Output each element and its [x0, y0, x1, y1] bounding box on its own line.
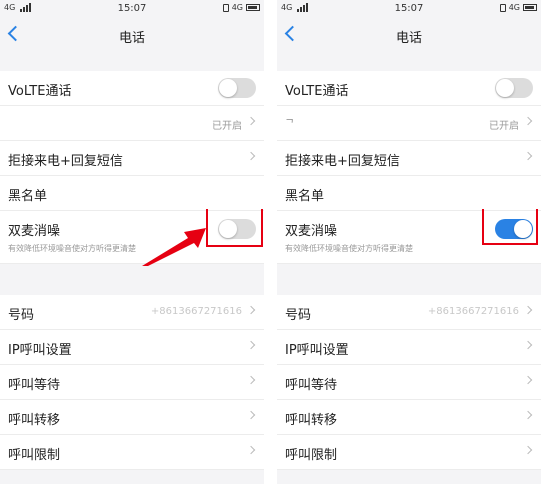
- phone-screen-before: 4G 15:07 4G 电话 VoLTE通话 已开启 拒接来电+回复短信 黑名单…: [0, 0, 264, 484]
- vibrate-icon: [222, 3, 229, 12]
- toggle-knob: [496, 79, 514, 97]
- battery-icon: [523, 4, 537, 11]
- setting-row-volte[interactable]: VoLTE通话: [277, 71, 541, 106]
- setting-label: 拒接来电+回复短信: [8, 154, 123, 169]
- setting-label: 双麦消噪: [8, 224, 61, 239]
- chevron-right-icon: [523, 375, 533, 385]
- nav-bar: 电话: [277, 18, 541, 54]
- chevron-right-icon: [246, 116, 256, 126]
- toggle-knob: [219, 79, 237, 97]
- phone-number-value: +8613667271616: [427, 306, 519, 317]
- setting-value: 已开启: [212, 121, 242, 132]
- volte-toggle[interactable]: [495, 78, 533, 98]
- setting-label-partial: ᄀ: [285, 119, 295, 130]
- setting-label: 号码: [8, 308, 35, 323]
- page-title: 电话: [118, 31, 145, 46]
- chevron-right-icon: [523, 305, 533, 315]
- network-right-label: 4G: [231, 3, 243, 12]
- status-right-icons: 4G: [222, 3, 260, 12]
- setting-row-hidden[interactable]: 已开启: [0, 106, 264, 141]
- setting-row-ip-call[interactable]: IP呼叫设置: [277, 330, 541, 365]
- setting-row-call-waiting[interactable]: 呼叫等待: [277, 365, 541, 400]
- setting-row-reject-sms[interactable]: 拒接来电+回复短信: [0, 141, 264, 176]
- setting-label: IP呼叫设置: [285, 343, 349, 358]
- setting-description: 有效降低环境噪音使对方听得更清楚: [285, 244, 413, 253]
- chevron-right-icon: [523, 410, 533, 420]
- chevron-right-icon: [523, 340, 533, 350]
- phone-screen-after: 4G 15:07 4G 电话 VoLTE通话 ᄀ 已开启 拒接来电+回复短信 黑…: [277, 0, 541, 484]
- setting-row-call-forwarding[interactable]: 呼叫转移: [0, 400, 264, 435]
- chevron-right-icon: [246, 375, 256, 385]
- chevron-right-icon: [246, 340, 256, 350]
- setting-value: 已开启: [489, 121, 519, 132]
- status-bar: 4G 15:07 4G: [277, 0, 541, 18]
- setting-row-number[interactable]: 号码 +8613667271616: [277, 295, 541, 330]
- toggle-highlight-box: [206, 209, 263, 247]
- chevron-right-icon: [246, 445, 256, 455]
- setting-row-reject-sms[interactable]: 拒接来电+回复短信: [277, 141, 541, 176]
- setting-label: IP呼叫设置: [8, 343, 72, 358]
- setting-row-volte[interactable]: VoLTE通话: [0, 71, 264, 106]
- chevron-right-icon: [523, 116, 533, 126]
- chevron-right-icon: [246, 410, 256, 420]
- setting-row-call-barring[interactable]: 呼叫限制: [0, 435, 264, 470]
- chevron-right-icon: [523, 445, 533, 455]
- setting-row-call-waiting[interactable]: 呼叫等待: [0, 365, 264, 400]
- nav-bar: 电话: [0, 18, 264, 54]
- battery-icon: [246, 4, 260, 11]
- setting-row-blacklist[interactable]: 黑名单: [277, 176, 541, 211]
- vibrate-icon: [499, 3, 506, 12]
- status-bar: 4G 15:07 4G: [0, 0, 264, 18]
- setting-row-call-forwarding[interactable]: 呼叫转移: [277, 400, 541, 435]
- setting-label: 双麦消噪: [285, 224, 338, 239]
- toggle-highlight-box: [482, 209, 538, 245]
- setting-label: 黑名单: [285, 189, 325, 204]
- page-title: 电话: [395, 31, 422, 46]
- setting-label: 呼叫转移: [8, 413, 61, 428]
- setting-label: 呼叫转移: [285, 413, 338, 428]
- chevron-right-icon: [523, 151, 533, 161]
- setting-label: 拒接来电+回复短信: [285, 154, 400, 169]
- setting-row-hidden[interactable]: ᄀ 已开启: [277, 106, 541, 141]
- setting-label: 呼叫限制: [8, 448, 61, 463]
- setting-label: 呼叫等待: [8, 378, 61, 393]
- setting-label: 号码: [285, 308, 312, 323]
- volte-toggle[interactable]: [218, 78, 256, 98]
- setting-label: 呼叫限制: [285, 448, 338, 463]
- setting-row-blacklist[interactable]: 黑名单: [0, 176, 264, 211]
- setting-row-call-barring[interactable]: 呼叫限制: [277, 435, 541, 470]
- chevron-right-icon: [246, 305, 256, 315]
- setting-label: VoLTE通话: [8, 84, 72, 99]
- phone-number-value: +8613667271616: [150, 306, 242, 317]
- setting-label: 呼叫等待: [285, 378, 338, 393]
- status-right-icons: 4G: [499, 3, 537, 12]
- red-arrow-icon: [142, 228, 206, 266]
- network-right-label: 4G: [508, 3, 520, 12]
- setting-label: VoLTE通话: [285, 84, 349, 99]
- setting-row-number[interactable]: 号码 +8613667271616: [0, 295, 264, 330]
- setting-row-ip-call[interactable]: IP呼叫设置: [0, 330, 264, 365]
- setting-label: 黑名单: [8, 189, 48, 204]
- chevron-right-icon: [246, 151, 256, 161]
- setting-description: 有效降低环境噪音使对方听得更清楚: [8, 244, 136, 253]
